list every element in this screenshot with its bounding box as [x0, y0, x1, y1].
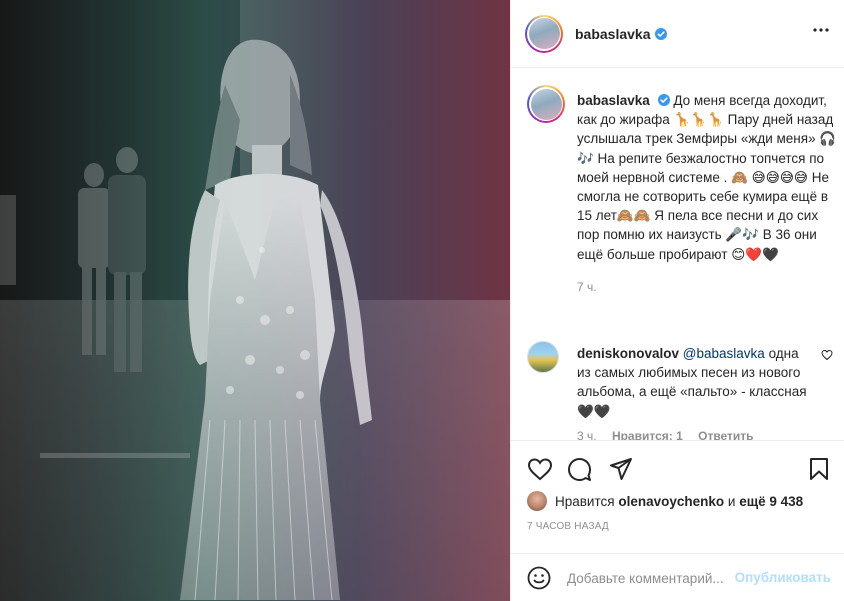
caption-text: babaslavka До меня всегда доходит, как д…	[577, 91, 837, 297]
author-avatar[interactable]	[525, 14, 563, 53]
commenter-avatar[interactable]	[527, 341, 559, 373]
liker-avatar[interactable]	[527, 491, 547, 511]
comment-icon[interactable]	[567, 457, 592, 482]
comment-time: 3 ч.	[577, 429, 597, 440]
post-date[interactable]: 7 ЧАСОВ НАЗАД	[527, 521, 609, 532]
author-username[interactable]: babaslavka	[575, 26, 651, 42]
reply-button[interactable]: Ответить	[698, 429, 753, 440]
comment-meta: 3 ч. Нравится: 1 Ответить	[577, 429, 766, 440]
caption-body: До меня всегда доходит, как до жирафа 🦒🦒…	[577, 93, 837, 262]
likes-summary: Нравится olenavoychenko и ещё 9 438	[527, 491, 803, 511]
comments-list[interactable]: babaslavka До меня всегда доходит, как д…	[511, 69, 844, 440]
comment-likes[interactable]: Нравится: 1	[612, 429, 683, 440]
post-details-panel: babaslavka babaslavka До меня всегда дох…	[510, 0, 844, 601]
caption-author-avatar[interactable]	[527, 85, 565, 123]
comment-input[interactable]	[567, 567, 737, 589]
save-bookmark-icon[interactable]	[809, 457, 829, 481]
likes-prefix: Нравится	[555, 493, 615, 509]
comment-username[interactable]: deniskonovalov	[577, 346, 679, 361]
post-photo[interactable]	[0, 0, 510, 601]
publish-comment-button[interactable]: Опубликовать	[735, 570, 831, 585]
caption-time[interactable]: 7 ч.	[577, 278, 837, 297]
action-icons	[527, 457, 829, 483]
post-actions: Нравится olenavoychenko и ещё 9 438 7 ЧА…	[511, 440, 844, 600]
verified-badge-icon	[654, 27, 667, 40]
add-comment-bar: Опубликовать	[511, 553, 844, 601]
post-header: babaslavka	[511, 0, 844, 68]
share-icon[interactable]	[609, 457, 633, 481]
heart-icon[interactable]	[527, 457, 553, 481]
more-options-icon[interactable]	[813, 28, 829, 32]
likes-count[interactable]: ещё 9 438	[739, 494, 803, 509]
emoji-icon[interactable]	[527, 566, 551, 590]
verified-badge-icon	[657, 94, 670, 106]
liker-username[interactable]: olenavoychenko	[618, 494, 724, 509]
comment-mention[interactable]: @babaslavka	[683, 346, 765, 361]
likes-joiner: и	[727, 493, 736, 509]
like-comment-heart-icon[interactable]	[821, 349, 833, 361]
comment-text: deniskonovalov @babaslavka одна из самых…	[577, 344, 807, 421]
post-image	[0, 0, 510, 601]
caption-username[interactable]: babaslavka	[577, 93, 650, 108]
